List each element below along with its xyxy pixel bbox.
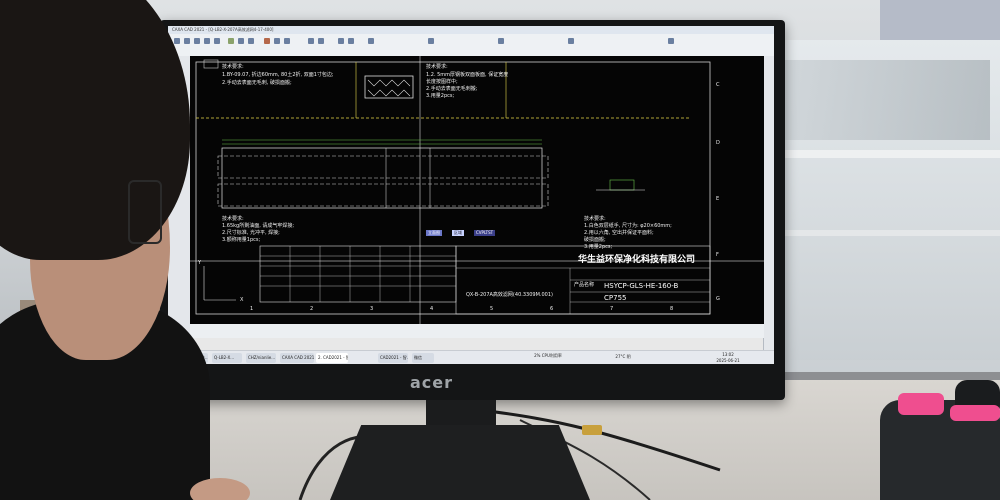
tool-icon[interactable]: [318, 38, 324, 44]
tool-icon[interactable]: [238, 38, 244, 44]
tool-icon[interactable]: [264, 38, 270, 44]
tech-req-line: 长度按图样中;: [426, 79, 458, 85]
part-label: 产品名称: [574, 282, 595, 288]
monitor-brand-logo: acer: [410, 373, 454, 392]
cpu-stats: 2% CPU利用率: [534, 353, 562, 358]
tech-req-line: 2.手动去表面无毛刺, 破损面搬;: [222, 80, 292, 86]
tool-icon[interactable]: [338, 38, 344, 44]
tech-req-line: 2.手动去表面无毛刺搬;: [426, 86, 478, 92]
selection-tab[interactable]: 区域: [452, 230, 464, 236]
tech-req-line: 3.用量2pcs;: [584, 244, 613, 250]
tool-icon[interactable]: [274, 38, 280, 44]
border-number: 5: [490, 306, 494, 312]
tech-req-line: 1.65kg所剩油面, 请成气牢焊接;: [222, 223, 295, 229]
tool-icon[interactable]: [248, 38, 254, 44]
taskbar-item[interactable]: 2. CAD2021 - 智...: [316, 353, 348, 363]
bottle-band: [950, 405, 1000, 421]
part-code: CP755: [604, 294, 627, 302]
border-number: 6: [550, 306, 554, 312]
tool-icon[interactable]: [428, 38, 434, 44]
tech-req-line: 2.用以六角, 空出并保证平面料;: [584, 230, 654, 236]
taskbar: Kuto - 软件... Q-LB2-X... CHZ/nianlie... C…: [168, 350, 774, 364]
tech-req-line: 1.BY-09.07, 折边60mm, 80土2折, 双面1寸包边;: [222, 72, 334, 78]
border-letter: E: [716, 196, 720, 202]
axis-label-x: X: [240, 297, 244, 303]
tool-icon[interactable]: [308, 38, 314, 44]
selection-tab[interactable]: CVPLTST: [474, 230, 496, 236]
window-title-bar: CAXA CAD 2021 - [Q-LB2-X-207A高效滤网4-17-40…: [168, 26, 774, 34]
taskbar-item[interactable]: 微信: [412, 353, 434, 363]
tool-icon[interactable]: [368, 38, 374, 44]
tech-req-heading: 技术要求:: [584, 216, 606, 222]
tool-icon[interactable]: [498, 38, 504, 44]
cad-canvas[interactable]: 技术要求: 1.BY-09.07, 折边60mm, 80土2折, 双面1寸包边;…: [190, 56, 764, 324]
tool-icon[interactable]: [568, 38, 574, 44]
border-number: 8: [670, 306, 674, 312]
taskbar-item[interactable]: CAXA CAD 2021...: [280, 353, 314, 363]
command-line[interactable]: [190, 324, 764, 338]
tech-req-line: 破损面搬;: [584, 237, 606, 243]
tool-icon[interactable]: [348, 38, 354, 44]
clock-date[interactable]: 2025-06-21: [708, 358, 748, 364]
person-hand: [190, 478, 250, 500]
tech-req-line: 1.2. 5mm厚钢板双面板面, 保证宽度: [426, 72, 509, 78]
photo-scene: CAXA CAD 2021 - [Q-LB2-X-207A高效滤网4-17-40…: [0, 0, 1000, 500]
border-letter: F: [716, 252, 719, 258]
tool-icon[interactable]: [284, 38, 290, 44]
border-letter: G: [716, 296, 720, 302]
glasses: [128, 180, 162, 244]
tech-req-heading: 技术要求:: [426, 64, 448, 70]
selection-tab[interactable]: 立面图: [426, 230, 442, 236]
border-letter: D: [716, 140, 720, 146]
taskbar-item[interactable]: CAD2021 - 智...: [378, 353, 408, 363]
monitor-stand-base: [330, 425, 590, 500]
taskbar-item[interactable]: CHZ/nianlie...: [246, 353, 276, 363]
border-number: 7: [610, 306, 614, 312]
border-number: 2: [310, 306, 314, 312]
person: [0, 0, 250, 500]
right-tool-strip[interactable]: [763, 56, 774, 351]
ribbon-toolbar[interactable]: [168, 34, 774, 57]
border-number: 4: [430, 306, 434, 312]
tech-req-line: 3.用量2pcs;: [426, 93, 455, 99]
bottle-clip: [898, 393, 944, 415]
border-number: 1: [250, 306, 254, 312]
border-letter: C: [716, 82, 720, 88]
border-number: 3: [370, 306, 374, 312]
weather[interactable]: 27°C 阴: [608, 354, 638, 360]
company-name: 华生益环保净化科技有限公司: [578, 255, 696, 265]
part-number: HSYCP-GLS-HE-160-B: [604, 282, 679, 290]
screen: CAXA CAD 2021 - [Q-LB2-X-207A高效滤网4-17-40…: [168, 26, 774, 364]
tool-icon[interactable]: [668, 38, 674, 44]
drawing-number: QX-B-207A高效滤网(40.3309M.001): [466, 292, 553, 298]
tech-req-line: 1.白色双层纸手, 尺寸为: φ20×60mm;: [584, 223, 672, 229]
monitor: CAXA CAD 2021 - [Q-LB2-X-207A高效滤网4-17-40…: [160, 20, 917, 407]
tech-req-line: 2.尺寸标准, 光冲平, 焊接;: [222, 230, 280, 236]
